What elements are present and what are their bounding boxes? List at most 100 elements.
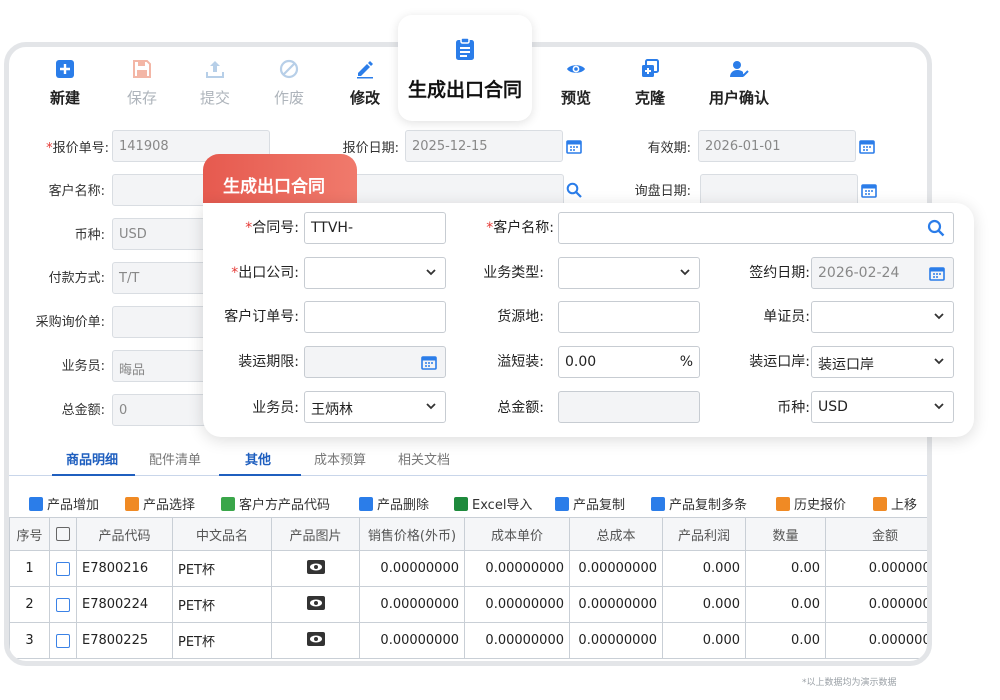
total-field[interactable]: 0 bbox=[112, 394, 212, 426]
search-icon[interactable] bbox=[566, 182, 582, 198]
checkbox[interactable] bbox=[56, 561, 70, 576]
tab-cost-budget[interactable]: 成本预算 bbox=[314, 449, 366, 468]
tab-parts[interactable]: 配件清单 bbox=[149, 449, 201, 468]
source-field[interactable] bbox=[558, 301, 700, 333]
product-image-icon[interactable] bbox=[271, 622, 360, 659]
row-amount: 0.0000000 bbox=[825, 550, 927, 587]
new-button[interactable]: 新建 bbox=[29, 59, 101, 108]
valid-date-field[interactable]: 2026-01-01 bbox=[698, 130, 856, 162]
currency-select[interactable]: USD bbox=[811, 391, 954, 423]
copy-multi-icon bbox=[651, 496, 665, 511]
total-field[interactable] bbox=[558, 391, 700, 423]
checkbox[interactable] bbox=[56, 527, 70, 541]
inquiry-date-field[interactable] bbox=[700, 174, 858, 206]
row-total-cost: 0.00000000 bbox=[569, 622, 663, 659]
tab-related-docs[interactable]: 相关文档 bbox=[398, 449, 450, 468]
move-up-button[interactable]: 上移 bbox=[873, 494, 917, 513]
user-confirm-button[interactable]: 用户确认 bbox=[696, 59, 782, 108]
row-unit-cost: 0.00000000 bbox=[464, 586, 570, 623]
chevron-down-icon bbox=[426, 403, 436, 410]
add-icon bbox=[29, 496, 43, 511]
valid-label: 有效期: bbox=[647, 141, 691, 156]
chevron-down-icon bbox=[934, 358, 944, 365]
calendar-icon[interactable] bbox=[859, 138, 875, 154]
payment-field[interactable]: T/T bbox=[112, 262, 212, 294]
copy-icon bbox=[555, 496, 569, 511]
excel-import-button[interactable]: Excel导入 bbox=[454, 494, 532, 513]
export-company-select[interactable] bbox=[304, 257, 446, 289]
sales-field[interactable]: 晦品 bbox=[112, 350, 212, 382]
product-image-icon[interactable] bbox=[271, 550, 360, 587]
edit-button[interactable]: 修改 bbox=[329, 59, 401, 108]
row-checkbox[interactable] bbox=[49, 622, 77, 659]
row-total-cost: 0.00000000 bbox=[569, 550, 663, 587]
port-select[interactable]: 装运口岸 bbox=[811, 346, 954, 378]
sales-label: 业务员: bbox=[252, 400, 299, 416]
product-table: 序号 产品代码 中文品名 产品图片 销售价格(外币) 成本单价 总成本 产品利润… bbox=[9, 517, 927, 659]
source-label: 货源地: bbox=[497, 309, 544, 325]
table-row[interactable]: 1 E7800216 PET杯 0.00000000 0.00000000 0.… bbox=[9, 550, 927, 587]
tab-product-detail[interactable]: 商品明细 bbox=[66, 449, 118, 468]
product-image-icon[interactable] bbox=[271, 586, 360, 623]
row-total-cost: 0.00000000 bbox=[569, 586, 663, 623]
calendar-icon[interactable] bbox=[566, 138, 582, 154]
sales-select[interactable]: 王炳林 bbox=[304, 391, 446, 423]
row-checkbox[interactable] bbox=[49, 550, 77, 587]
currency-field[interactable]: USD bbox=[112, 218, 212, 250]
payment-label: 付款方式: bbox=[48, 271, 105, 286]
purchase-inquiry-field[interactable] bbox=[112, 306, 212, 338]
plus-square-icon bbox=[56, 60, 74, 78]
customer-field[interactable] bbox=[558, 212, 954, 244]
user-check-icon bbox=[730, 61, 749, 77]
contract-no-field[interactable]: TTVH- bbox=[304, 212, 446, 244]
copy-product-button[interactable]: 产品复制 bbox=[555, 494, 625, 513]
row-price: 0.00000000 bbox=[359, 586, 465, 623]
chevron-down-icon bbox=[934, 313, 944, 320]
ship-limit-field[interactable] bbox=[304, 346, 446, 378]
search-icon[interactable] bbox=[927, 219, 945, 237]
row-price: 0.00000000 bbox=[359, 550, 465, 587]
doc-clerk-select[interactable] bbox=[811, 301, 954, 333]
col-select[interactable] bbox=[49, 517, 77, 551]
row-qty: 0.00 bbox=[745, 550, 826, 587]
clone-button[interactable]: 克隆 bbox=[614, 59, 686, 108]
calendar-icon[interactable] bbox=[861, 182, 877, 198]
overflow-field[interactable]: 0.00 % bbox=[558, 346, 700, 378]
row-profit: 0.000 bbox=[662, 550, 746, 587]
row-price: 0.00000000 bbox=[359, 622, 465, 659]
delete-product-button[interactable]: 产品删除 bbox=[359, 494, 429, 513]
history-quote-button[interactable]: 历史报价 bbox=[776, 494, 846, 513]
row-no: 1 bbox=[9, 550, 50, 587]
col-price: 销售价格(外币) bbox=[359, 517, 465, 551]
tab-other[interactable]: 其他 bbox=[245, 449, 271, 468]
export-company-label: *出口公司: bbox=[231, 265, 299, 281]
customer-code-button[interactable]: 客户方产品代码 bbox=[221, 494, 330, 513]
customer-order-label: 客户订单号: bbox=[224, 309, 299, 325]
arrow-up-icon bbox=[873, 496, 887, 511]
row-checkbox[interactable] bbox=[49, 586, 77, 623]
chevron-down-icon bbox=[426, 269, 436, 276]
table-row[interactable]: 2 E7800224 PET杯 0.00000000 0.00000000 0.… bbox=[9, 586, 927, 623]
col-profit: 产品利润 bbox=[662, 517, 746, 551]
generate-export-contract-button[interactable]: 生成出口合同 bbox=[398, 15, 532, 121]
calendar-icon[interactable] bbox=[929, 265, 945, 281]
submit-button[interactable]: 提交 bbox=[179, 59, 251, 108]
select-product-button[interactable]: 产品选择 bbox=[125, 494, 195, 513]
customer-order-field[interactable] bbox=[304, 301, 446, 333]
checkbox[interactable] bbox=[56, 633, 70, 648]
sign-date-field[interactable]: 2026-02-24 bbox=[811, 257, 954, 289]
void-button[interactable]: 作废 bbox=[253, 59, 325, 108]
checkbox[interactable] bbox=[56, 597, 70, 612]
quote-date-field[interactable]: 2025-12-15 bbox=[405, 130, 563, 162]
col-name: 中文品名 bbox=[172, 517, 272, 551]
calendar-icon[interactable] bbox=[421, 354, 437, 370]
row-code: E7800225 bbox=[76, 622, 173, 659]
biz-type-select[interactable] bbox=[558, 257, 700, 289]
table-row[interactable]: 3 E7800225 PET杯 0.00000000 0.00000000 0.… bbox=[9, 622, 927, 659]
copy-multiple-button[interactable]: 产品复制多条 bbox=[651, 494, 747, 513]
row-profit: 0.000 bbox=[662, 622, 746, 659]
preview-button[interactable]: 预览 bbox=[540, 59, 612, 108]
col-amount: 金额 bbox=[825, 517, 927, 551]
save-button[interactable]: 保存 bbox=[106, 59, 178, 108]
add-product-button[interactable]: 产品增加 bbox=[29, 494, 99, 513]
